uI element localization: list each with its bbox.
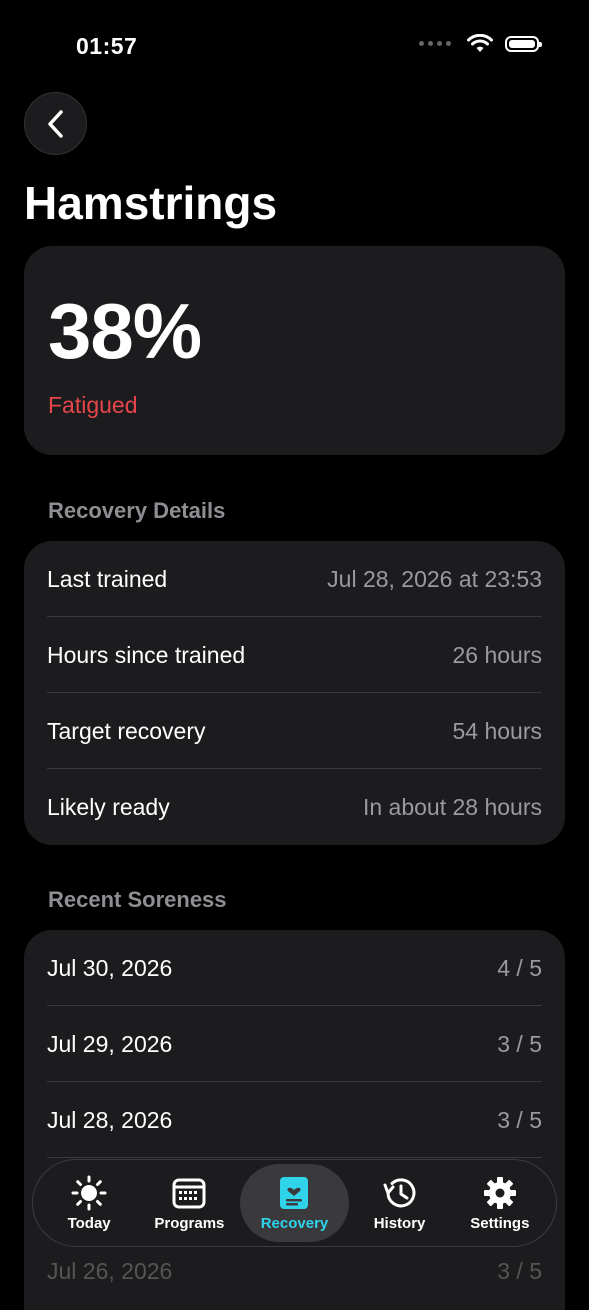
- wifi-icon: [467, 34, 493, 52]
- soreness-date: Jul 30, 2026: [47, 954, 173, 981]
- detail-label: Last trained: [47, 565, 168, 592]
- soreness-date: Jul 26, 2026: [47, 1258, 173, 1284]
- cellular-signal-icon: [419, 41, 451, 46]
- detail-value: In about 28 hours: [362, 793, 542, 820]
- gear-icon: [483, 1176, 516, 1209]
- sun-icon: [71, 1175, 107, 1210]
- detail-row-target-recovery: Target recovery 54 hours: [47, 693, 542, 769]
- recovery-percentage: 38%: [48, 287, 202, 375]
- soreness-row: Jul 30, 2026 4 / 5: [47, 930, 542, 1006]
- detail-value: 26 hours: [452, 641, 542, 668]
- tab-label: Programs: [154, 1214, 225, 1232]
- tab-bar: Today Programs Recovery History Settings: [32, 1159, 557, 1247]
- recovery-status: Fatigued: [48, 392, 138, 418]
- tab-label: Recovery: [260, 1214, 329, 1232]
- calendar-icon: [172, 1178, 206, 1208]
- soreness-row: Jul 28, 2026 3 / 5: [47, 1082, 542, 1158]
- soreness-date: Jul 28, 2026: [47, 1106, 173, 1133]
- detail-label: Hours since trained: [47, 641, 246, 668]
- tab-recovery[interactable]: Recovery: [239, 1164, 350, 1242]
- recovery-details-card: Last trained Jul 28, 2026 at 23:53 Hours…: [24, 541, 565, 845]
- recovery-details-header: Recovery Details: [48, 498, 226, 523]
- detail-row-last-trained: Last trained Jul 28, 2026 at 23:53: [47, 541, 542, 617]
- tab-settings[interactable]: Settings: [450, 1164, 550, 1242]
- detail-value: 54 hours: [452, 717, 542, 744]
- recovery-icon: [280, 1176, 309, 1209]
- tab-programs[interactable]: Programs: [139, 1164, 239, 1242]
- soreness-score: 3 / 5: [497, 1258, 542, 1284]
- recent-soreness-header: Recent Soreness: [48, 887, 227, 912]
- soreness-date: Jul 29, 2026: [47, 1030, 173, 1057]
- soreness-score: 3 / 5: [497, 1106, 542, 1133]
- battery-icon: [505, 35, 542, 52]
- soreness-row: Jul 29, 2026 3 / 5: [47, 1006, 542, 1082]
- detail-row-hours-since: Hours since trained 26 hours: [47, 617, 542, 693]
- history-icon: [383, 1177, 416, 1207]
- status-time: 01:57: [76, 33, 138, 59]
- detail-value: Jul 28, 2026 at 23:53: [327, 565, 542, 592]
- page-title: Hamstrings: [24, 177, 278, 229]
- detail-row-likely-ready: Likely ready In about 28 hours: [47, 769, 542, 845]
- tab-label: History: [373, 1214, 426, 1232]
- tab-label: Settings: [470, 1214, 530, 1232]
- tab-history[interactable]: History: [349, 1164, 449, 1242]
- chevron-left-icon: [47, 109, 63, 138]
- recent-soreness-card: Jul 30, 2026 4 / 5 Jul 29, 2026 3 / 5 Ju…: [24, 930, 565, 1310]
- status-icons: [419, 34, 542, 53]
- soreness-row-partial: Jul 26, 2026 3 / 5: [47, 1258, 542, 1285]
- soreness-score: 4 / 5: [497, 954, 542, 981]
- detail-label: Target recovery: [47, 717, 206, 744]
- status-bar: 01:57: [0, 0, 589, 95]
- back-button[interactable]: [24, 92, 87, 155]
- recovery-score-card: 38% Fatigued: [24, 246, 565, 455]
- detail-label: Likely ready: [47, 793, 170, 820]
- soreness-score: 3 / 5: [497, 1030, 542, 1057]
- tab-label: Today: [67, 1214, 111, 1232]
- tab-today[interactable]: Today: [39, 1164, 139, 1242]
